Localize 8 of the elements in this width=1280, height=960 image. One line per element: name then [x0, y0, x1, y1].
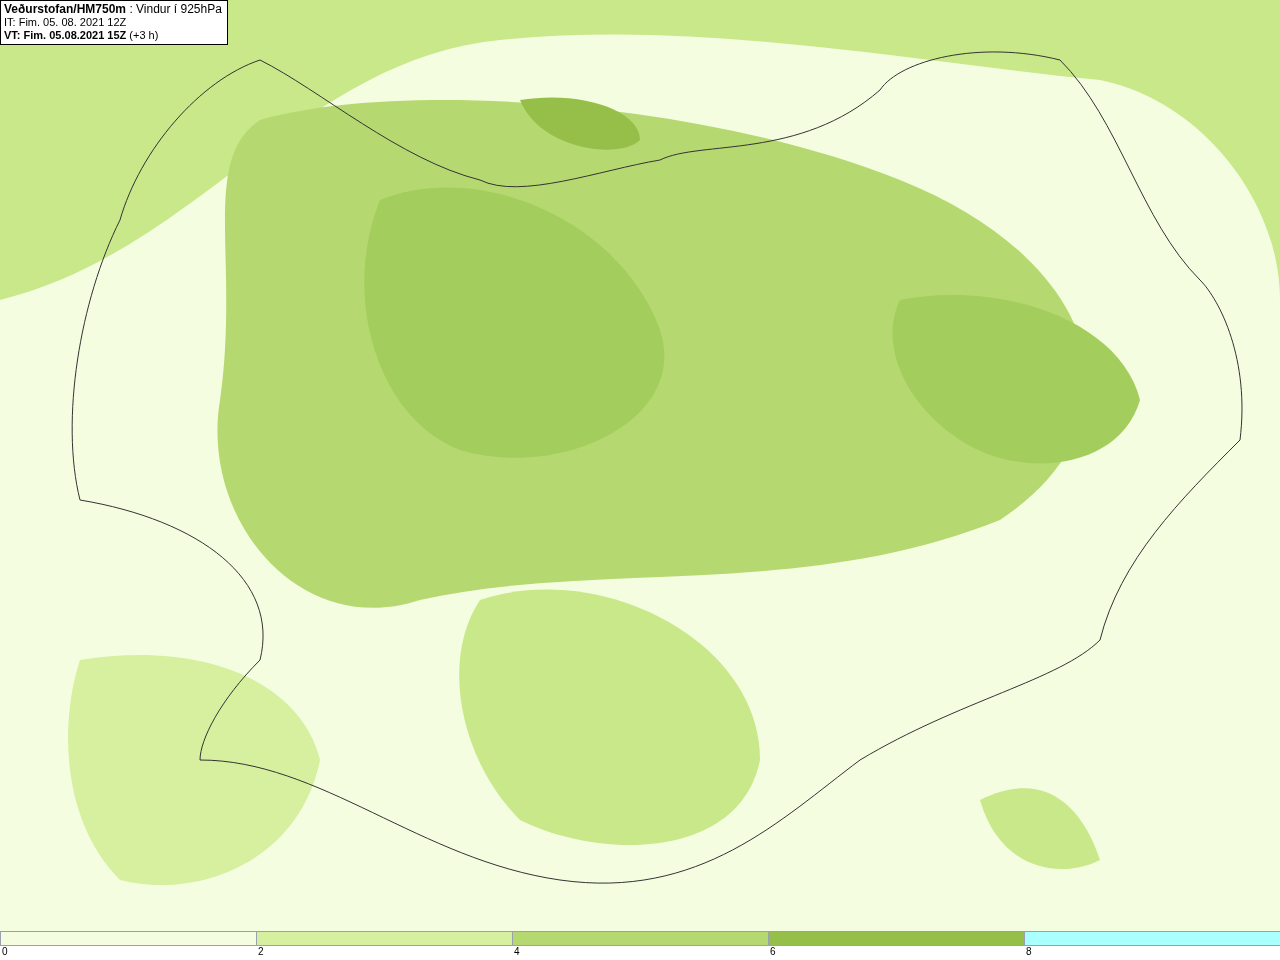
legend-tick-label: 0 [1, 946, 8, 959]
legend-tick-label: 2 [257, 946, 264, 959]
legend-tick-label: 8 [1025, 946, 1032, 959]
legend-tick-label: 4 [513, 946, 520, 959]
legend-tick-label: 6 [769, 946, 776, 959]
title-line: IT: Fim. 05. 08. 2021 12Z [4, 16, 128, 29]
title-line: Veðurstofan/HM750m : Vindur í 925hPa [4, 3, 223, 16]
title-line: VT: Fim. 05.08.2021 15Z (+3 h) [4, 29, 160, 42]
